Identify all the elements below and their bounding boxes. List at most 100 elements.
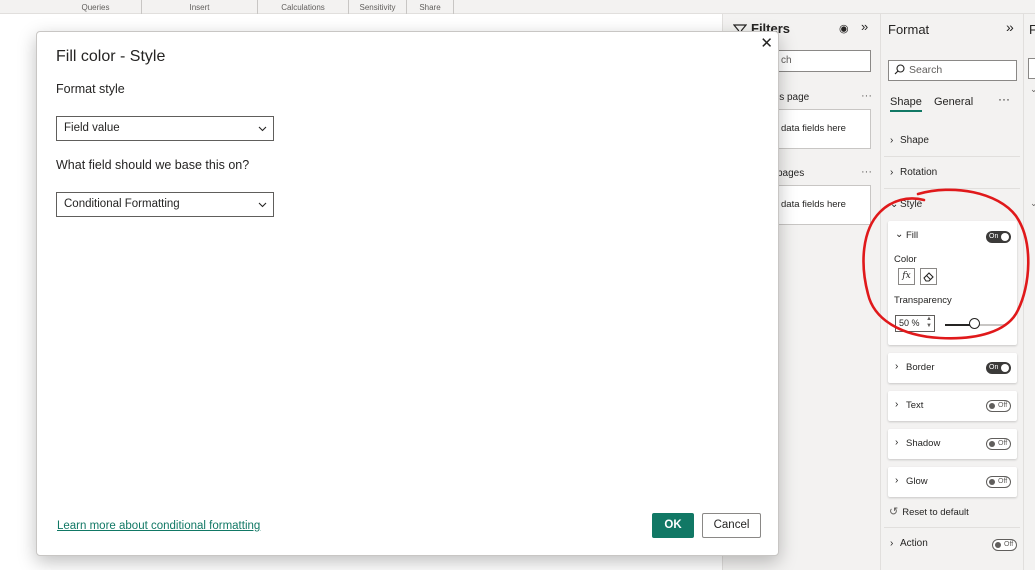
toggle-knob bbox=[1001, 233, 1009, 241]
chevron-down-icon[interactable]: ⌄ bbox=[895, 229, 903, 240]
toggle-knob bbox=[995, 542, 1001, 548]
transparency-value: 50 bbox=[899, 318, 910, 328]
category-action[interactable]: › Action Off bbox=[888, 531, 1017, 557]
category-style[interactable]: ⌄ Style bbox=[888, 192, 1017, 218]
format-pane: Format » Search Shape General ··· › Shap… bbox=[880, 14, 1023, 570]
filters-section-all-pages-more-icon[interactable]: ··· bbox=[861, 166, 872, 178]
format-search-placeholder: Search bbox=[909, 64, 943, 76]
ribbon-strip: Queries Insert Calculations Sensitivity … bbox=[0, 0, 1035, 14]
chevron-down-icon bbox=[258, 126, 267, 132]
ribbon-group-queries[interactable]: Queries bbox=[50, 0, 142, 14]
collapse-filters-icon[interactable]: » bbox=[861, 19, 868, 34]
fill-color-style-dialog: ✕ Fill color - Style Format style Field … bbox=[36, 31, 779, 556]
format-style-value: Field value bbox=[64, 122, 120, 134]
glow-toggle[interactable]: Off bbox=[986, 476, 1011, 488]
ribbon-group-insert[interactable]: Insert bbox=[142, 0, 258, 14]
fill-card: ⌄ Fill On Color fx Transparency 50 % ▲ ▼ bbox=[888, 221, 1017, 345]
ok-button[interactable]: OK bbox=[652, 513, 694, 538]
search-icon bbox=[894, 64, 905, 75]
toggle-knob bbox=[989, 441, 995, 447]
border-toggle-label: On bbox=[989, 364, 999, 371]
chevron-down-icon: ⌄ bbox=[890, 199, 899, 210]
fields-pane-strip: F ⌄ ⌄ bbox=[1023, 14, 1035, 570]
filters-all-pages-drop-zone[interactable]: data fields here bbox=[776, 185, 871, 225]
fx-button[interactable]: fx bbox=[898, 268, 915, 285]
chevron-right-icon: › bbox=[895, 437, 899, 448]
toggle-knob bbox=[1001, 364, 1009, 372]
chevron-right-icon: › bbox=[895, 475, 899, 486]
action-toggle[interactable]: Off bbox=[992, 539, 1017, 551]
fields-title: F bbox=[1029, 22, 1035, 37]
category-rotation[interactable]: › Rotation bbox=[888, 160, 1017, 186]
format-style-label: Format style bbox=[56, 82, 125, 96]
chevron-down-icon[interactable]: ⌄ bbox=[1030, 84, 1035, 95]
color-label: Color bbox=[894, 254, 917, 265]
category-action-label: Action bbox=[900, 538, 928, 549]
filters-search-input[interactable]: ch bbox=[776, 50, 871, 72]
format-more-icon[interactable]: ··· bbox=[998, 92, 1010, 106]
chevron-right-icon: › bbox=[890, 167, 894, 178]
ribbon-group-calculations[interactable]: Calculations bbox=[258, 0, 349, 14]
base-field-select[interactable]: Conditional Formatting bbox=[56, 192, 274, 217]
ribbon-group-share[interactable]: Share bbox=[407, 0, 454, 14]
base-field-label: What field should we base this on? bbox=[56, 158, 250, 172]
text-toggle[interactable]: Off bbox=[986, 400, 1011, 412]
format-search-input[interactable]: Search bbox=[888, 60, 1017, 81]
transparency-stepper[interactable]: 50 % ▲ ▼ bbox=[895, 315, 935, 332]
shadow-card[interactable]: › Shadow Off bbox=[888, 429, 1017, 459]
cancel-button[interactable]: Cancel bbox=[702, 513, 761, 538]
chevron-right-icon: › bbox=[895, 399, 899, 410]
shadow-toggle[interactable]: Off bbox=[986, 438, 1011, 450]
ribbon-group-sensitivity[interactable]: Sensitivity bbox=[349, 0, 407, 14]
tab-general[interactable]: General bbox=[934, 96, 973, 108]
format-title: Format bbox=[888, 22, 930, 37]
chevron-right-icon: › bbox=[890, 135, 894, 146]
chevron-right-icon: › bbox=[890, 538, 894, 549]
format-style-select[interactable]: Field value bbox=[56, 116, 274, 141]
glow-toggle-label: Off bbox=[998, 478, 1008, 485]
transparency-label: Transparency bbox=[894, 295, 952, 306]
close-icon[interactable]: ✕ bbox=[760, 34, 773, 52]
border-toggle[interactable]: On bbox=[986, 362, 1011, 374]
eye-icon[interactable]: ◉ bbox=[839, 22, 849, 35]
text-toggle-label: Off bbox=[998, 402, 1008, 409]
fill-toggle[interactable]: On bbox=[986, 231, 1011, 243]
transparency-unit: % bbox=[911, 318, 920, 328]
shadow-toggle-label: Off bbox=[998, 440, 1008, 447]
fill-card-title: Fill bbox=[906, 230, 919, 241]
collapse-format-icon[interactable]: » bbox=[1006, 19, 1014, 35]
chevron-down-icon bbox=[258, 202, 267, 208]
border-card-title: Border bbox=[906, 362, 935, 373]
dialog-title: Fill color - Style bbox=[56, 48, 166, 65]
category-style-label: Style bbox=[900, 199, 923, 210]
text-card[interactable]: › Text Off bbox=[888, 391, 1017, 421]
chevron-down-icon[interactable]: ⌄ bbox=[1030, 198, 1035, 209]
filters-section-all-pages-label: pages bbox=[777, 168, 805, 179]
glow-card[interactable]: › Glow Off bbox=[888, 467, 1017, 497]
shadow-card-title: Shadow bbox=[906, 438, 941, 449]
glow-card-title: Glow bbox=[906, 476, 928, 487]
eraser-button[interactable] bbox=[920, 268, 937, 285]
category-rotation-label: Rotation bbox=[900, 167, 938, 178]
filters-page-drop-zone[interactable]: data fields here bbox=[776, 109, 871, 149]
filters-section-page-more-icon[interactable]: ··· bbox=[861, 90, 872, 102]
tab-shape[interactable]: Shape bbox=[890, 96, 922, 112]
fields-search-input[interactable] bbox=[1028, 58, 1035, 79]
action-toggle-label: Off bbox=[1004, 541, 1014, 548]
category-shape-label: Shape bbox=[900, 135, 929, 146]
reset-icon: ↺ bbox=[889, 506, 899, 518]
transparency-slider-thumb[interactable] bbox=[969, 318, 980, 329]
base-field-value: Conditional Formatting bbox=[64, 198, 180, 210]
chevron-right-icon: › bbox=[895, 361, 899, 372]
reset-label: Reset to default bbox=[902, 507, 969, 518]
divider bbox=[884, 156, 1020, 157]
divider bbox=[884, 188, 1020, 189]
filters-section-page-label: is page bbox=[777, 92, 810, 103]
category-shape[interactable]: › Shape bbox=[888, 128, 1017, 154]
reset-to-default-button[interactable]: ↺ Reset to default bbox=[889, 505, 969, 518]
stepper-arrows-icon[interactable]: ▲ ▼ bbox=[926, 316, 932, 330]
learn-more-link[interactable]: Learn more about conditional formatting bbox=[57, 520, 260, 532]
eraser-icon bbox=[923, 272, 934, 282]
border-card[interactable]: › Border On bbox=[888, 353, 1017, 383]
toggle-knob bbox=[989, 479, 995, 485]
